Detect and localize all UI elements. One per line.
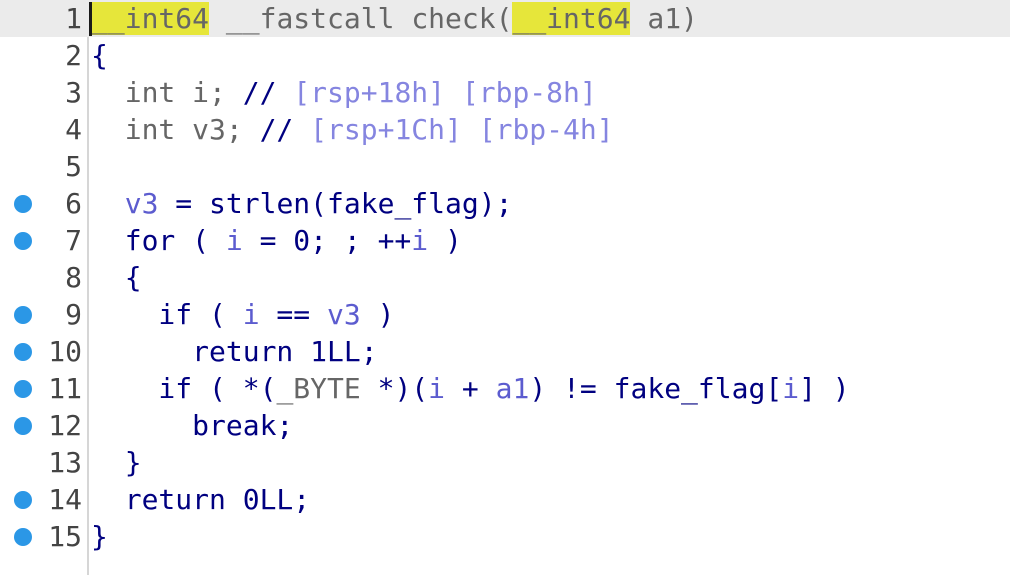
code-text[interactable]: } <box>91 518 108 555</box>
line-number: 11 <box>48 372 82 405</box>
code-line[interactable]: 11 if ( *(_BYTE *)(i + a1) != fake_flag[… <box>0 370 1010 407</box>
code-line[interactable]: 12 break; <box>0 407 1010 444</box>
code-text[interactable]: if ( i == v3 ) <box>91 296 394 333</box>
code-token: ) <box>360 298 395 331</box>
code-token: i <box>782 372 800 405</box>
code-text[interactable]: return 0LL; <box>91 481 310 518</box>
line-number: 7 <box>65 224 82 257</box>
line-number: 1 <box>65 2 82 35</box>
code-token: a1) <box>630 2 698 35</box>
code-text[interactable]: { <box>91 259 142 296</box>
code-line[interactable]: 14 return 0LL; <box>0 481 1010 518</box>
code-token: if ( *( <box>91 372 277 405</box>
code-text[interactable]: if ( *(_BYTE *)(i + a1) != fake_flag[i] … <box>91 370 850 407</box>
code-token: int v3; <box>91 113 260 146</box>
code-token: [rsp+18h] [rbp-8h] <box>293 76 597 109</box>
code-line[interactable]: 8 { <box>0 259 1010 296</box>
code-text[interactable]: break; <box>91 407 293 444</box>
code-line[interactable]: 15} <box>0 518 1010 555</box>
line-number: 2 <box>65 39 82 72</box>
line-number: 13 <box>48 446 82 479</box>
code-token: // <box>259 113 311 146</box>
code-text[interactable]: __int64 __fastcall check(__int64 a1) <box>91 0 698 37</box>
code-line[interactable]: 6 v3 = strlen(fake_flag); <box>0 185 1010 222</box>
line-number: 9 <box>65 298 82 331</box>
code-token: _BYTE <box>276 372 361 405</box>
code-line[interactable]: 4 int v3; // [rsp+1Ch] [rbp-4h] <box>0 111 1010 148</box>
code-token: } <box>91 520 108 553</box>
code-token: break; <box>91 409 294 442</box>
line-number: 8 <box>65 261 82 294</box>
line-number: 4 <box>65 113 82 146</box>
code-text[interactable]: { <box>91 37 108 74</box>
code-token: v3 <box>327 298 361 331</box>
code-text[interactable]: v3 = strlen(fake_flag); <box>91 185 513 222</box>
code-line[interactable]: 1 __int64 __fastcall check(__int64 a1) <box>0 0 1010 37</box>
code-line[interactable]: 2{ <box>0 37 1010 74</box>
line-number: 10 <box>48 335 82 368</box>
code-token: i <box>242 298 260 331</box>
code-token: i <box>411 224 429 257</box>
code-token: a1 <box>495 372 530 405</box>
code-token: ] ) <box>799 372 850 405</box>
code-token: *)( <box>360 372 429 405</box>
code-token: = 0; ; ++ <box>242 224 412 257</box>
line-number: 14 <box>48 483 82 516</box>
code-token: i <box>428 372 446 405</box>
code-line[interactable]: 3 int i; // [rsp+18h] [rbp-8h] <box>0 74 1010 111</box>
code-text[interactable]: for ( i = 0; ; ++i ) <box>91 222 462 259</box>
text-cursor <box>89 2 92 36</box>
code-token: { <box>91 39 108 72</box>
code-text[interactable]: int i; // [rsp+18h] [rbp-8h] <box>91 74 597 111</box>
code-token: == <box>259 298 328 331</box>
code-token: check( <box>411 2 513 35</box>
code-token: + <box>445 372 496 405</box>
code-text[interactable]: return 1LL; <box>91 333 378 370</box>
code-text[interactable]: int v3; // [rsp+1Ch] [rbp-4h] <box>91 111 614 148</box>
code-line[interactable]: 9 if ( i == v3 ) <box>0 296 1010 333</box>
code-token: int i; <box>91 76 243 109</box>
code-text[interactable]: } <box>91 444 142 481</box>
code-token: { <box>91 261 142 294</box>
code-line[interactable]: 5 <box>0 148 1010 185</box>
code-line[interactable]: 7 for ( i = 0; ; ++i ) <box>0 222 1010 259</box>
code-token: i <box>225 224 243 257</box>
line-number: 5 <box>65 150 82 183</box>
line-number: 6 <box>65 187 82 220</box>
code-token: ) <box>428 224 462 257</box>
code-token: __int64 <box>91 2 210 35</box>
code-token: if ( <box>91 298 243 331</box>
code-token: return 1LL; <box>91 335 378 368</box>
code-token: } <box>91 446 142 479</box>
code-token: for ( <box>91 224 226 257</box>
line-number: 15 <box>48 520 82 553</box>
code-token: __fastcall <box>225 2 395 35</box>
code-token: ) != fake_flag[ <box>529 372 783 405</box>
code-line[interactable]: 13 } <box>0 444 1010 481</box>
code-token: return 0LL; <box>91 483 311 516</box>
code-token: // <box>242 76 294 109</box>
code-line[interactable]: 10 return 1LL; <box>0 333 1010 370</box>
pseudocode-editor[interactable]: 1 __int64 __fastcall check(__int64 a1) 2{3… <box>0 0 1010 575</box>
code-token: [rsp+1Ch] [rbp-4h] <box>310 113 614 146</box>
code-token: v3 <box>124 187 159 220</box>
line-number: 3 <box>65 76 82 109</box>
code-token: = strlen(fake_flag); <box>158 187 513 220</box>
line-number: 12 <box>48 409 82 442</box>
code-token: __int64 <box>512 2 631 35</box>
